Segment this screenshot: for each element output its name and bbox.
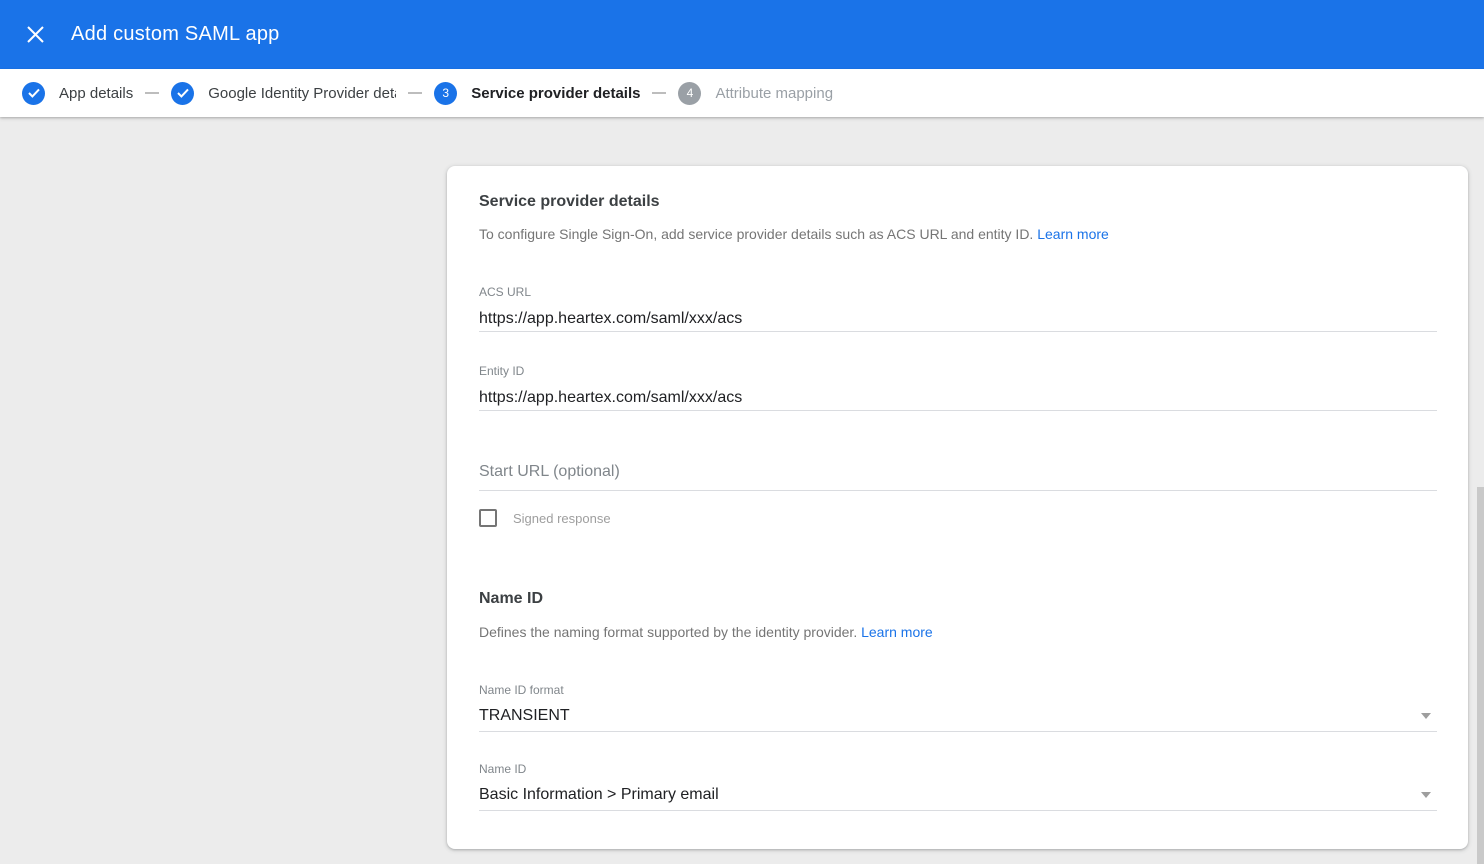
step-4-number: 4 [687, 86, 694, 100]
app-bar: Add custom SAML app [0, 0, 1484, 69]
acs-url-input[interactable] [479, 309, 1437, 329]
learn-more-link[interactable]: Learn more [1037, 226, 1109, 242]
acs-url-label: ACS URL [479, 285, 1437, 299]
step-1-circle [22, 82, 45, 105]
step-google-idp-details[interactable]: Google Identity Provider details [171, 82, 396, 105]
dialog-title: Add custom SAML app [71, 23, 280, 46]
card-description-text: To configure Single Sign-On, add service… [479, 226, 1033, 242]
signed-response-label: Signed response [513, 511, 611, 526]
step-4-label: Attribute mapping [715, 85, 833, 102]
step-attribute-mapping[interactable]: 4 Attribute mapping [678, 82, 833, 105]
name-id-learn-more-link[interactable]: Learn more [861, 624, 933, 640]
step-1-label: App details [59, 85, 133, 102]
step-service-provider-details[interactable]: 3 Service provider details [434, 82, 640, 105]
vertical-scrollbar-thumb[interactable] [1477, 487, 1484, 864]
name-id-value-row: Basic Information > Primary email [479, 785, 1437, 805]
step-4-circle: 4 [678, 82, 701, 105]
signed-response-row: Signed response [479, 509, 611, 527]
close-button[interactable] [21, 21, 49, 49]
entity-id-input[interactable] [479, 388, 1437, 408]
name-id-select[interactable]: Name ID Basic Information > Primary emai… [479, 762, 1437, 811]
acs-url-field: ACS URL [479, 285, 1437, 332]
check-icon [177, 88, 189, 98]
name-id-format-label: Name ID format [479, 683, 1437, 697]
service-provider-details-card: Service provider details To configure Si… [447, 166, 1468, 849]
step-app-details[interactable]: App details [22, 82, 133, 105]
step-2-circle [171, 82, 194, 105]
step-3-circle: 3 [434, 82, 457, 105]
stepper-bar: App details Google Identity Provider det… [0, 69, 1484, 117]
start-url-field [479, 462, 1437, 491]
card-heading: Service provider details [479, 193, 660, 211]
entity-id-label: Entity ID [479, 364, 1437, 378]
step-separator [652, 92, 666, 94]
name-id-description-text: Defines the naming format supported by t… [479, 624, 857, 640]
step-3-label: Service provider details [471, 85, 640, 102]
check-icon [28, 88, 40, 98]
name-id-format-select[interactable]: Name ID format TRANSIENT [479, 683, 1437, 732]
signed-response-checkbox[interactable] [479, 509, 497, 527]
page-content: Service provider details To configure Si… [0, 117, 1484, 864]
name-id-heading: Name ID [479, 590, 543, 608]
entity-id-field: Entity ID [479, 364, 1437, 411]
step-separator [408, 92, 422, 94]
card-description: To configure Single Sign-On, add service… [479, 226, 1109, 242]
step-3-number: 3 [442, 86, 449, 100]
name-id-format-value: TRANSIENT [479, 706, 570, 726]
name-id-format-value-row: TRANSIENT [479, 706, 1437, 726]
dropdown-arrow-icon [1421, 792, 1431, 798]
close-icon [26, 25, 45, 44]
start-url-input[interactable] [479, 462, 1437, 482]
step-2-label: Google Identity Provider details [208, 85, 396, 102]
step-separator [145, 92, 159, 94]
dropdown-arrow-icon [1421, 713, 1431, 719]
name-id-description: Defines the naming format supported by t… [479, 624, 933, 640]
name-id-label: Name ID [479, 762, 1437, 776]
name-id-value: Basic Information > Primary email [479, 785, 719, 805]
